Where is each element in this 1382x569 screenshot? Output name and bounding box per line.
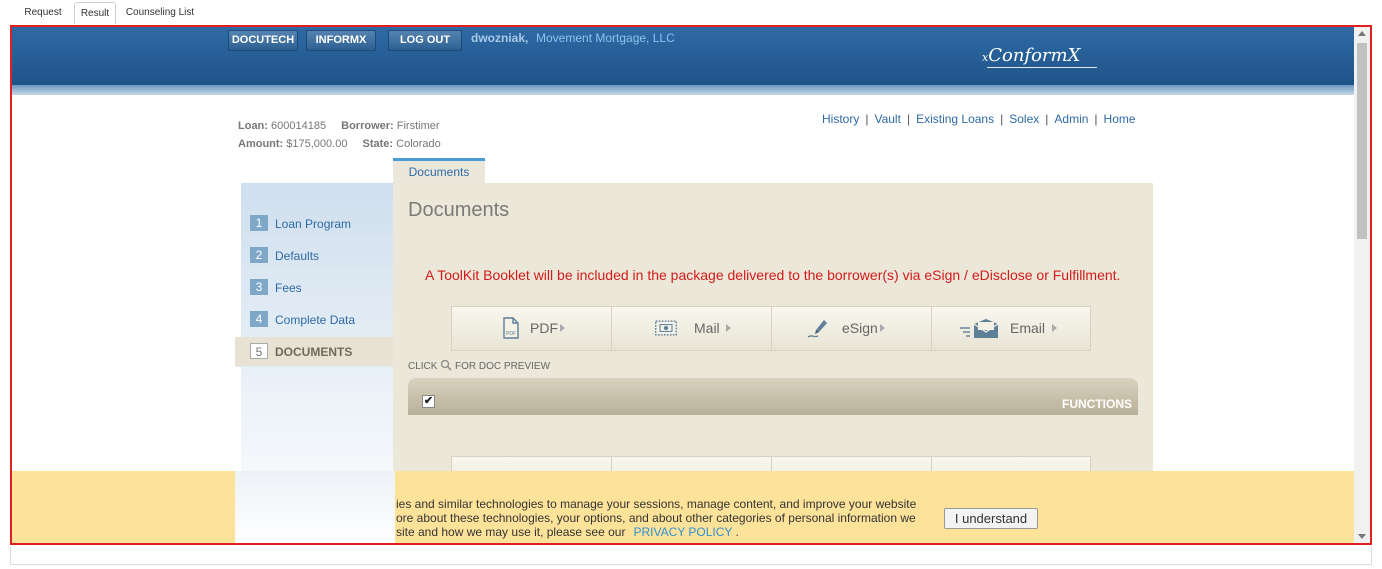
step-loan-program[interactable]: 1 Loan Program [247, 209, 393, 239]
scroll-thumb[interactable] [1357, 43, 1367, 239]
i-understand-button[interactable]: I understand [944, 508, 1038, 529]
arrow-right-icon [726, 324, 731, 332]
arrow-right-icon [1052, 324, 1057, 332]
mail-stamp-icon [655, 320, 677, 336]
loan-amount: $175,000.00 [286, 138, 348, 150]
loan-summary: Loan: 600014185 Borrower: Firstimer Amou… [238, 117, 453, 153]
delivery-options: PDF PDF Mail eSign Email [451, 306, 1091, 351]
email-button[interactable]: Email [932, 307, 1092, 350]
informx-button[interactable]: INFORMX [306, 30, 376, 51]
delivery-label: PDF [530, 320, 558, 336]
nav-home-link[interactable]: Home [1104, 112, 1136, 126]
step-fees[interactable]: 3 Fees [247, 273, 393, 303]
nav-admin-link[interactable]: Admin [1054, 112, 1088, 126]
step-number: 2 [250, 247, 268, 263]
step-label: DOCUMENTS [275, 345, 353, 359]
magnifier-icon [441, 359, 452, 371]
esign-button[interactable]: eSign [772, 307, 932, 350]
arrow-right-icon [880, 324, 885, 332]
docutech-button[interactable]: DOCUTECH [228, 30, 298, 51]
select-all-checkbox[interactable]: ✔ [422, 395, 435, 408]
tab-documents[interactable]: Documents [393, 158, 485, 184]
vertical-scrollbar[interactable] [1354, 27, 1370, 543]
scroll-down-arrow-icon[interactable] [1358, 534, 1366, 539]
step-number: 4 [250, 311, 268, 327]
scroll-up-arrow-icon[interactable] [1358, 31, 1366, 36]
svg-text:PDF: PDF [506, 331, 516, 337]
state-label: State: [362, 138, 394, 150]
email-envelope-icon [960, 319, 999, 338]
delivery-label: eSign [842, 320, 878, 336]
conformx-logo: xConformX [982, 45, 1081, 66]
logo-underline [987, 67, 1097, 68]
nav-vault-link[interactable]: Vault [874, 112, 900, 126]
privacy-policy-link[interactable]: PRIVACY POLICY [633, 525, 732, 539]
esign-pen-icon [807, 320, 827, 338]
tab-counseling-list[interactable]: Counseling List [122, 2, 198, 24]
embedded-frame: DOCUTECH INFORMX LOG OUT dwozniak, Movem… [10, 25, 1372, 545]
functions-header-bar: ✔ FUNCTIONS [408, 378, 1138, 415]
pdf-icon: PDF [503, 317, 519, 339]
app-header: DOCUTECH INFORMX LOG OUT dwozniak, Movem… [12, 27, 1354, 85]
pdf-button[interactable]: PDF PDF [452, 307, 612, 350]
step-label: Fees [275, 281, 302, 295]
step-defaults[interactable]: 2 Defaults [247, 241, 393, 271]
amount-label: Amount: [238, 138, 284, 150]
loan-label: Loan: [238, 120, 268, 132]
step-label: Loan Program [275, 217, 352, 231]
doc-preview-hint: CLICK FOR DOC PREVIEW [408, 359, 551, 372]
mail-button[interactable]: Mail [612, 307, 772, 350]
step-documents[interactable]: 5 DOCUMENTS [235, 337, 393, 367]
functions-label: FUNCTIONS [1062, 397, 1132, 411]
cookie-message: ies and similar technologies to manage y… [396, 497, 917, 539]
step-number: 5 [250, 343, 268, 359]
bottom-bar [10, 547, 1372, 565]
tab-result[interactable]: Result [74, 2, 116, 24]
outer-tab-bar: Request Result Counseling List [10, 0, 1372, 24]
borrower-name: Firstimer [396, 120, 440, 132]
delivery-label: Email [1010, 320, 1046, 336]
nav-solex-link[interactable]: Solex [1009, 112, 1039, 126]
borrower-label: Borrower: [341, 120, 394, 132]
nav-history-link[interactable]: History [822, 112, 859, 126]
delivery-label: Mail [694, 320, 720, 336]
top-nav: History | Vault | Existing Loans | Solex | Admin… [822, 112, 1136, 126]
company-name: Movement Mortgage, LLC [536, 31, 675, 45]
username: dwozniak, [471, 31, 529, 45]
loan-state: Colorado [396, 138, 441, 150]
panel-title: Documents [408, 199, 510, 221]
toolkit-notice: A ToolKit Booklet will be included in th… [425, 267, 1121, 283]
nav-existing-loans-link[interactable]: Existing Loans [916, 112, 994, 126]
step-number: 3 [250, 279, 268, 295]
header-gradient-strip [12, 85, 1354, 95]
step-label: Defaults [275, 249, 320, 263]
loan-number: 600014185 [271, 120, 327, 132]
step-complete-data[interactable]: 4 Complete Data [247, 305, 393, 335]
cookie-banner: ies and similar technologies to manage y… [12, 471, 1354, 543]
step-number: 1 [250, 215, 268, 231]
tab-request[interactable]: Request [14, 2, 72, 24]
arrow-right-icon [560, 324, 565, 332]
step-label: Complete Data [275, 313, 356, 327]
logout-button[interactable]: LOG OUT [388, 30, 462, 51]
